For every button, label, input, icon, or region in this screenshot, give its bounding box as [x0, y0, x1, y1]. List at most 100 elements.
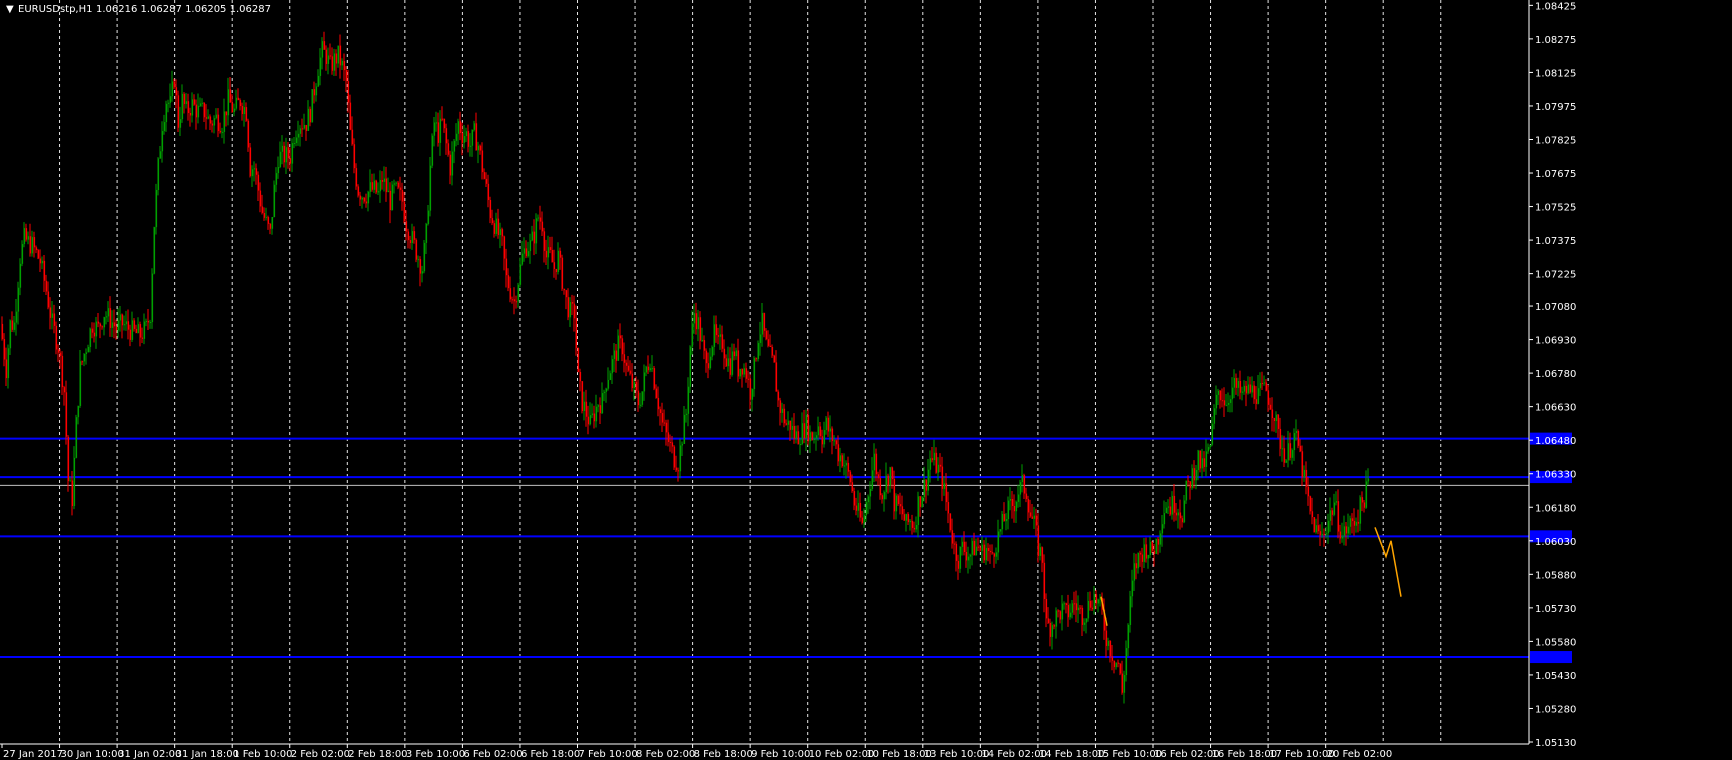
- candle-body: [933, 452, 936, 461]
- candle-body: [713, 324, 716, 347]
- candle-body: [151, 273, 154, 323]
- candle-body: [633, 381, 636, 389]
- candle-body: [255, 168, 258, 175]
- candle-body: [575, 318, 578, 348]
- candle-body: [679, 445, 682, 472]
- candle-body: [1199, 450, 1202, 469]
- candle-body: [639, 404, 642, 406]
- candle-body: [835, 440, 838, 445]
- candle-body: [443, 118, 446, 129]
- candle-body: [945, 483, 948, 503]
- candle-body: [441, 118, 444, 120]
- chart-window[interactable]: 1.08425 1.08275 1.08125 1.07975 1.07825 1.076…: [0, 0, 1732, 760]
- candle-body: [189, 112, 192, 116]
- candle-body: [343, 61, 346, 71]
- candle-body: [599, 405, 602, 414]
- candle-body: [101, 326, 104, 328]
- candle-body: [445, 128, 448, 144]
- candle-body: [689, 346, 692, 387]
- candle-body: [3, 339, 6, 360]
- candle-body: [1195, 470, 1198, 481]
- candle-body: [509, 288, 512, 300]
- candle-body: [205, 117, 208, 119]
- price-chart[interactable]: 1.08425 1.08275 1.08125 1.07975 1.07825 1.076…: [0, 0, 1732, 760]
- time-tick-label: 6 Feb 02:00: [463, 749, 522, 760]
- candle-body: [51, 313, 54, 318]
- price-tick-label: 1.05130: [1535, 738, 1576, 749]
- candle-body: [901, 506, 904, 515]
- candle-body: [535, 218, 538, 244]
- time-tick-label: 31 Jan 02:00: [118, 749, 181, 760]
- candle-body: [293, 143, 296, 145]
- candle-body: [1187, 480, 1190, 482]
- candle-body: [295, 137, 298, 144]
- candle-body: [653, 368, 656, 389]
- candle-body: [539, 217, 542, 222]
- candle-body: [377, 191, 380, 193]
- candle-body: [897, 495, 900, 505]
- candle-body: [921, 497, 924, 507]
- candle-body: [571, 302, 574, 304]
- candle-body: [451, 151, 454, 176]
- candle-body: [699, 317, 702, 341]
- candle-body: [367, 191, 370, 204]
- candle-body: [969, 554, 972, 557]
- candle-body: [279, 151, 282, 168]
- candle-body: [403, 201, 406, 222]
- price-tick-label: 1.05430: [1535, 671, 1576, 682]
- candle-body: [229, 89, 232, 103]
- candle-body: [1329, 510, 1332, 521]
- candle-body: [833, 440, 836, 442]
- candle-body: [627, 365, 630, 371]
- candle-body: [671, 442, 674, 447]
- candle-body: [221, 131, 224, 133]
- candle-body: [973, 540, 976, 556]
- candle-body: [1227, 402, 1230, 405]
- candle-body: [569, 302, 572, 318]
- candle-body: [175, 87, 178, 96]
- candle-body: [879, 478, 882, 496]
- candle-body: [107, 308, 110, 317]
- candle-body: [903, 514, 906, 521]
- candle-body: [1177, 512, 1180, 516]
- candle-body: [1313, 517, 1316, 533]
- candle-body: [269, 223, 272, 229]
- candle-body: [1033, 515, 1036, 519]
- candle-body: [341, 61, 344, 66]
- candle-body: [797, 431, 800, 445]
- candle-body: [683, 414, 686, 444]
- candle-body: [847, 462, 850, 472]
- time-axis: 27 Jan 201730 Jan 10:0031 Jan 02:0031 Ja…: [0, 743, 1529, 760]
- candle-body: [1003, 513, 1006, 522]
- forecast-zigzag-line[interactable]: [1374, 527, 1402, 597]
- candle-body: [289, 158, 292, 164]
- candle-body: [623, 354, 626, 363]
- candle-body: [1075, 603, 1078, 611]
- candle-body: [89, 328, 92, 347]
- candle-body: [349, 102, 352, 130]
- candle-body: [697, 317, 700, 330]
- candle-body: [991, 552, 994, 554]
- candle-body: [469, 145, 472, 147]
- candle-body: [471, 129, 474, 146]
- candle-body: [1159, 533, 1162, 545]
- time-tick-label: 1 Feb 10:00: [233, 749, 292, 760]
- candle-body: [981, 544, 984, 551]
- candle-body: [731, 351, 734, 375]
- triangle-down-icon[interactable]: ▼: [6, 4, 14, 15]
- candle-body: [415, 239, 418, 260]
- candle-body: [311, 89, 314, 123]
- candle-body: [1271, 409, 1274, 419]
- candle-body: [763, 313, 766, 331]
- candle-body: [533, 231, 536, 244]
- candle-body: [651, 368, 654, 370]
- candle-body: [709, 356, 712, 369]
- chart-title-bar: ▼ EURUSDstp,H1 1.06216 1.06287 1.06205 1…: [6, 4, 271, 15]
- candle-body: [777, 391, 780, 401]
- candle-body: [1343, 526, 1346, 537]
- candle-body: [993, 553, 996, 557]
- candle-body: [425, 223, 428, 243]
- candle-body: [711, 346, 714, 357]
- candle-body: [631, 373, 634, 389]
- candle-body: [543, 231, 546, 251]
